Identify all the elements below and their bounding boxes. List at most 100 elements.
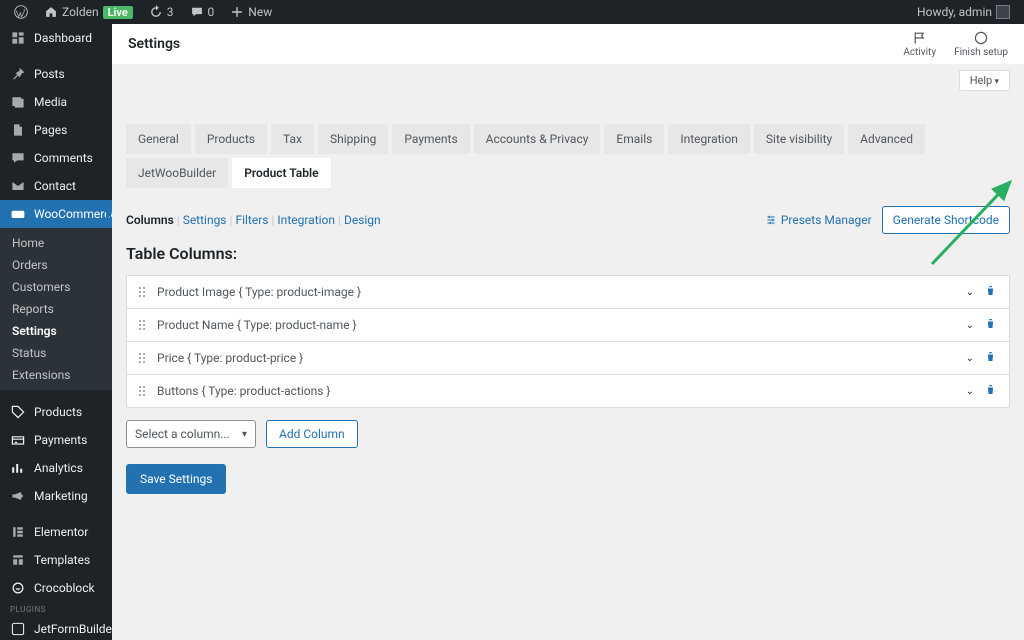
delete-column-button[interactable]	[984, 383, 997, 399]
envelope-icon	[10, 178, 26, 194]
tab-tax[interactable]: Tax	[271, 124, 314, 154]
sidebar-item-posts[interactable]: Posts	[0, 60, 112, 88]
submenu-item-home[interactable]: Home	[0, 232, 112, 254]
submenu-item-settings[interactable]: Settings	[0, 320, 112, 342]
column-label: Buttons { Type: product-actions }	[157, 384, 966, 398]
wp-adminbar: Zolden Live 3 0 New Howdy, admin	[0, 0, 1024, 24]
column-label: Price { Type: product-price }	[157, 351, 966, 365]
sidebar-item-products[interactable]: Products	[0, 398, 112, 426]
activity-link[interactable]: Activity	[903, 30, 936, 58]
woo-icon	[10, 206, 26, 222]
tab-advanced[interactable]: Advanced	[848, 124, 925, 154]
tab-emails[interactable]: Emails	[604, 124, 664, 154]
avatar	[996, 5, 1010, 19]
column-row: Price { Type: product-price } ⌄	[127, 341, 1009, 374]
jet-icon	[10, 621, 26, 637]
subsection-link-filters[interactable]: Filters	[235, 213, 268, 227]
sidebar-item-analytics[interactable]: Analytics	[0, 454, 112, 482]
sidebar-item-media[interactable]: Media	[0, 88, 112, 116]
megaphone-icon	[10, 488, 26, 504]
main-content: Settings Activity Finish setup Help Gene…	[112, 24, 1024, 640]
croco-icon	[10, 580, 26, 596]
tag-icon	[10, 404, 26, 420]
tab-product-table[interactable]: Product Table	[232, 158, 330, 188]
tab-integration[interactable]: Integration	[668, 124, 750, 154]
save-settings-button[interactable]: Save Settings	[126, 464, 226, 494]
finish-setup-link[interactable]: Finish setup	[954, 30, 1008, 58]
submenu-item-orders[interactable]: Orders	[0, 254, 112, 276]
tab-general[interactable]: General	[126, 124, 191, 154]
new-link[interactable]: New	[224, 5, 278, 19]
trash-icon	[984, 350, 997, 363]
columns-table: Product Image { Type: product-image } ⌄ …	[126, 275, 1010, 408]
sidebar-item-crocoblock[interactable]: Crocoblock	[0, 574, 112, 602]
sidebar-item-payments[interactable]: Payments	[0, 426, 112, 454]
expand-toggle[interactable]: ⌄	[966, 353, 974, 364]
pin-icon	[10, 66, 26, 82]
sidebar-item-marketing[interactable]: Marketing	[0, 482, 112, 510]
drag-handle-icon[interactable]	[139, 353, 145, 363]
tab-payments[interactable]: Payments	[392, 124, 469, 154]
drag-handle-icon[interactable]	[139, 386, 145, 396]
sidebar-item-pages[interactable]: Pages	[0, 116, 112, 144]
delete-column-button[interactable]	[984, 317, 997, 333]
expand-toggle[interactable]: ⌄	[966, 386, 974, 397]
sidebar-item-templates[interactable]: Templates	[0, 546, 112, 574]
elementor-icon	[10, 524, 26, 540]
generate-shortcode-button[interactable]: Generate Shortcode	[882, 206, 1010, 234]
trash-icon	[984, 383, 997, 396]
column-row: Product Image { Type: product-image } ⌄	[127, 276, 1009, 308]
comments-link[interactable]: 0	[184, 5, 221, 19]
home-icon	[44, 5, 58, 19]
expand-toggle[interactable]: ⌄	[966, 287, 974, 298]
subsection-link-design[interactable]: Design	[344, 213, 381, 227]
trash-icon	[984, 317, 997, 330]
dashboard-icon	[10, 30, 26, 46]
media-icon	[10, 94, 26, 110]
submenu-item-reports[interactable]: Reports	[0, 298, 112, 320]
subsection-link-integration[interactable]: Integration	[277, 213, 335, 227]
sidebar-item-jetformbuilder[interactable]: JetFormBuilder	[0, 615, 112, 640]
submenu-item-customers[interactable]: Customers	[0, 276, 112, 298]
sidebar-item-contact[interactable]: Contact	[0, 172, 112, 200]
subsection-links: Columns|Settings|Filters|Integration|Des…	[126, 213, 381, 227]
tab-site-visibility[interactable]: Site visibility	[754, 124, 844, 154]
page-icon	[10, 122, 26, 138]
sliders-icon	[765, 214, 777, 226]
tab-shipping[interactable]: Shipping	[318, 124, 388, 154]
delete-column-button[interactable]	[984, 350, 997, 366]
site-link[interactable]: Zolden Live	[38, 5, 139, 19]
column-select[interactable]: Select a column...	[126, 420, 256, 448]
drag-handle-icon[interactable]	[139, 287, 145, 297]
payments-icon	[10, 432, 26, 448]
howdy-link[interactable]: Howdy, admin	[911, 5, 1016, 19]
comment-icon	[190, 5, 204, 19]
circle-icon	[973, 30, 989, 46]
column-row: Product Name { Type: product-name } ⌄	[127, 308, 1009, 341]
admin-sidebar: Dashboard PostsMediaPagesCommentsContactW…	[0, 24, 112, 640]
sidebar-item-elementor[interactable]: Elementor	[0, 518, 112, 546]
subsection-link-settings[interactable]: Settings	[183, 213, 227, 227]
column-label: Product Name { Type: product-name }	[157, 318, 966, 332]
help-tab[interactable]: Help	[959, 70, 1010, 91]
submenu-item-status[interactable]: Status	[0, 342, 112, 364]
expand-toggle[interactable]: ⌄	[966, 320, 974, 331]
sidebar-item-dashboard[interactable]: Dashboard	[0, 24, 112, 52]
analytics-icon	[10, 460, 26, 476]
presets-manager-link[interactable]: Presets Manager	[765, 213, 872, 227]
delete-column-button[interactable]	[984, 284, 997, 300]
sidebar-item-comments[interactable]: Comments	[0, 144, 112, 172]
live-badge: Live	[103, 6, 133, 19]
tab-jetwoobuilder[interactable]: JetWooBuilder	[126, 158, 228, 188]
wordpress-icon	[14, 5, 28, 19]
tab-accounts-privacy[interactable]: Accounts & Privacy	[474, 124, 601, 154]
updates-link[interactable]: 3	[143, 5, 180, 19]
sidebar-item-woocommerce[interactable]: WooCommerce	[0, 200, 112, 228]
tab-products[interactable]: Products	[195, 124, 267, 154]
wp-logo[interactable]	[8, 5, 34, 19]
add-column-button[interactable]: Add Column	[266, 420, 358, 448]
submenu-item-extensions[interactable]: Extensions	[0, 364, 112, 386]
drag-handle-icon[interactable]	[139, 320, 145, 330]
subsection-current: Columns	[126, 213, 174, 227]
column-label: Product Image { Type: product-image }	[157, 285, 966, 299]
